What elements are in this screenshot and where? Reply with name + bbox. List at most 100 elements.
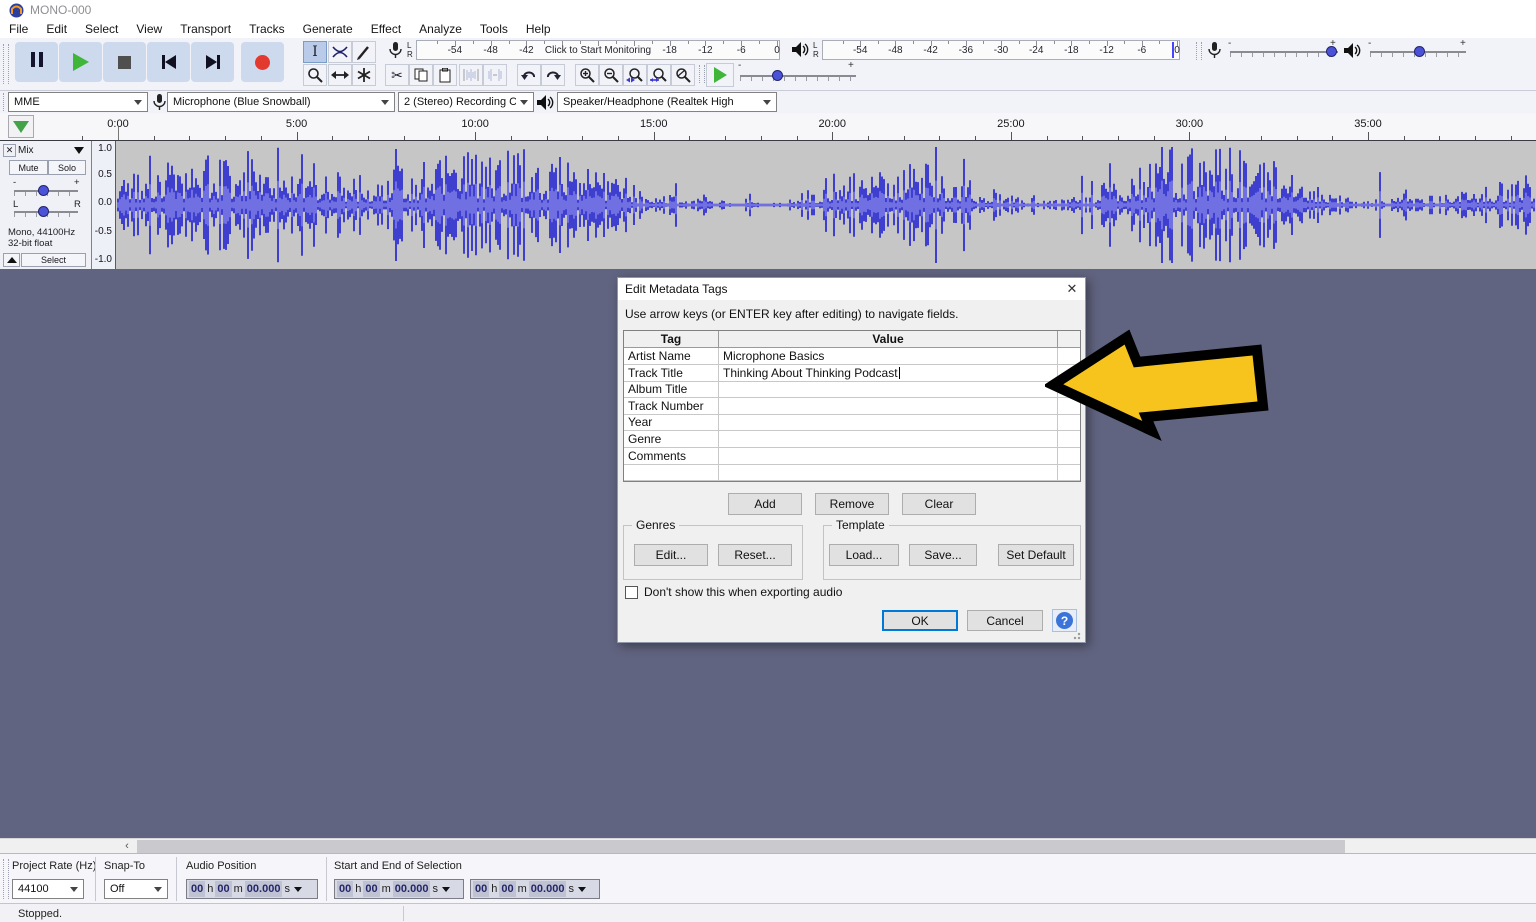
audio-position-unit[interactable]: m (232, 881, 245, 897)
menu-help[interactable]: Help (517, 22, 560, 36)
horizontal-scrollbar[interactable]: ‹ (0, 838, 1536, 853)
audio-host-select[interactable]: MME (8, 92, 148, 112)
template-save-button[interactable]: Save... (909, 544, 977, 566)
menu-tracks[interactable]: Tracks (240, 22, 294, 36)
ok-button[interactable]: OK (882, 610, 958, 631)
table-row[interactable]: Artist NameMicrophone Basics (624, 348, 1080, 365)
table-row[interactable] (624, 464, 1080, 481)
table-row[interactable]: Year (624, 414, 1080, 431)
timeline-ruler[interactable]: 0:005:0010:0015:0020:0025:0030:0035:00 (0, 113, 1536, 141)
play-speed-grip[interactable] (699, 65, 705, 83)
value-cell[interactable] (719, 414, 1058, 431)
recording-channels-select[interactable]: 2 (Stereo) Recording Chai (398, 92, 534, 112)
selection-start-unit[interactable]: m (380, 881, 393, 897)
menu-view[interactable]: View (127, 22, 171, 36)
selection-start-digits[interactable]: 00 (363, 881, 379, 897)
tag-cell[interactable]: Comments (624, 448, 719, 465)
undo-button[interactable] (517, 64, 541, 86)
audio-position-unit[interactable]: s (282, 881, 292, 897)
audio-position-digits[interactable]: 00 (189, 881, 205, 897)
tag-cell[interactable]: Year (624, 414, 719, 431)
mixer-grip[interactable] (1196, 42, 1202, 60)
tag-cell[interactable]: Track Title (624, 365, 719, 382)
value-cell[interactable] (719, 398, 1058, 415)
menu-transport[interactable]: Transport (171, 22, 240, 36)
skip-to-start-button[interactable] (147, 42, 190, 82)
scrollbar-thumb[interactable] (137, 840, 1345, 853)
menu-analyze[interactable]: Analyze (410, 22, 471, 36)
play-speed-knob[interactable] (772, 70, 783, 81)
tag-cell[interactable] (624, 464, 719, 481)
table-row[interactable]: Genre (624, 431, 1080, 448)
template-load-button[interactable]: Load... (829, 544, 899, 566)
recording-device-select[interactable]: Microphone (Blue Snowball) (167, 92, 395, 112)
dialog-title-bar[interactable]: Edit Metadata Tags ✕ (618, 278, 1085, 300)
menu-file[interactable]: File (0, 22, 37, 36)
paste-button[interactable] (433, 64, 457, 86)
menu-effect[interactable]: Effect (362, 22, 410, 36)
selection-start-digits[interactable]: 00 (337, 881, 353, 897)
redo-button[interactable] (541, 64, 565, 86)
toolbar-grip[interactable] (3, 44, 9, 84)
remove-button[interactable]: Remove (815, 493, 889, 515)
cancel-button[interactable]: Cancel (967, 610, 1043, 631)
pause-button[interactable] (15, 42, 58, 82)
timeline-options-button[interactable] (8, 115, 34, 138)
gain-knob[interactable] (38, 185, 49, 196)
add-button[interactable]: Add (728, 493, 802, 515)
dont-show-checkbox[interactable] (625, 586, 638, 599)
record-button[interactable] (241, 42, 284, 82)
zoom-selection-button[interactable] (623, 64, 647, 86)
metadata-table[interactable]: TagValueArtist NameMicrophone BasicsTrac… (623, 330, 1081, 482)
value-cell[interactable] (719, 381, 1058, 398)
selection-end-unit[interactable]: s (566, 881, 576, 897)
help-button[interactable]: ? (1052, 609, 1077, 632)
table-row[interactable]: Comments (624, 448, 1080, 465)
meter-monitor-text[interactable]: Click to Start Monitoring (545, 45, 651, 56)
genres-edit-button[interactable]: Edit... (634, 544, 708, 566)
trim-audio-button[interactable] (459, 64, 483, 86)
menu-generate[interactable]: Generate (294, 22, 362, 36)
menu-tools[interactable]: Tools (471, 22, 517, 36)
selection-end-digits[interactable]: 00 (499, 881, 515, 897)
play-volume-knob[interactable] (1414, 46, 1425, 57)
silence-audio-button[interactable] (483, 64, 507, 86)
selection-end-digits[interactable]: 00.000 (529, 881, 567, 897)
selection-start-unit[interactable]: s (430, 881, 440, 897)
draw-tool-button[interactable] (352, 41, 376, 63)
selection-start-digits[interactable]: 00.000 (393, 881, 431, 897)
envelope-tool-button[interactable] (328, 41, 352, 63)
recording-meter[interactable]: -54-48-42-18-12-60Click to Start Monitor… (416, 40, 780, 60)
vertical-scale-ruler[interactable]: 1.00.50.0-0.5-1.0 (92, 141, 116, 269)
selection-start-display[interactable]: 00h00m00.000s (334, 879, 464, 899)
record-meter-mic-icon[interactable] (388, 42, 403, 59)
fit-project-button[interactable] (647, 64, 671, 86)
genres-reset-button[interactable]: Reset... (718, 544, 792, 566)
menu-edit[interactable]: Edit (37, 22, 76, 36)
table-row[interactable]: Album Title (624, 381, 1080, 398)
table-row[interactable]: Track TitleThinking About Thinking Podca… (624, 365, 1080, 382)
audio-position-unit[interactable]: h (205, 881, 215, 897)
track-name-menu[interactable]: Mix (18, 143, 86, 158)
cut-button[interactable]: ✂ (385, 64, 409, 86)
zoom-out-button[interactable] (599, 64, 623, 86)
time-format-caret-icon[interactable] (578, 887, 586, 892)
audio-position-display[interactable]: 00h00m00.000s (186, 879, 318, 899)
copy-button[interactable] (409, 64, 433, 86)
audio-position-digits[interactable]: 00 (215, 881, 231, 897)
selection-end-unit[interactable]: m (516, 881, 529, 897)
value-cell[interactable] (719, 431, 1058, 448)
track-select-button[interactable]: Select (21, 253, 86, 267)
dialog-resize-grip[interactable] (1073, 630, 1083, 640)
pan-knob[interactable] (38, 206, 49, 217)
value-cell[interactable]: Microphone Basics (719, 348, 1058, 365)
value-cell[interactable]: Thinking About Thinking Podcast (719, 365, 1058, 382)
selection-end-unit[interactable]: h (489, 881, 499, 897)
play-button[interactable] (59, 42, 102, 82)
menu-select[interactable]: Select (76, 22, 127, 36)
tag-cell[interactable]: Genre (624, 431, 719, 448)
zoom-in-button[interactable] (575, 64, 599, 86)
selection-end-display[interactable]: 00h00m00.000s (470, 879, 600, 899)
selection-tool-button[interactable]: I (303, 41, 327, 63)
project-rate-select[interactable]: 44100 (12, 879, 84, 899)
